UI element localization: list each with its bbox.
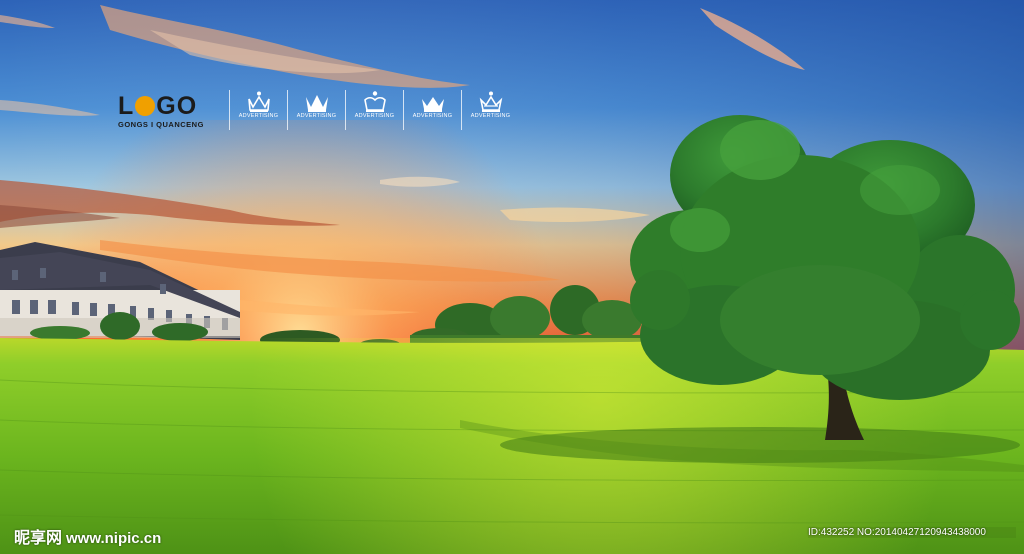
crown-badge: ADVERTISING [461, 90, 519, 130]
crown-caption: ADVERTISING [238, 113, 279, 119]
crown-icon [305, 95, 328, 112]
crown-badge: ADVERTISING [403, 90, 461, 130]
crown-icon [421, 97, 444, 112]
crown-icon [479, 91, 502, 112]
watermark-id: ID:432252 NO:20140427120943438000 [808, 527, 1016, 538]
crown-icon [247, 91, 270, 112]
logo-wordmark: L GO [118, 94, 204, 119]
crown-caption: ADVERTISING [470, 113, 511, 119]
crown-logo-row: ADVERTISING ADVERTISING ADVERTISING ADVE… [229, 90, 519, 130]
landscape-scene [0, 0, 1024, 554]
crown-badge: ADVERTISING [345, 90, 403, 130]
crown-caption: ADVERTISING [354, 113, 395, 119]
logo-orange-dot [135, 96, 156, 116]
crown-badge: ADVERTISING [287, 90, 345, 130]
crown-caption: ADVERTISING [296, 113, 337, 119]
watermark-brand-text: 昵享网 [14, 528, 63, 547]
logo-subtitle: GONGS I QUANCENG [118, 120, 204, 129]
crown-caption: ADVERTISING [412, 113, 453, 119]
crown-icon [363, 91, 386, 112]
logo-letters-go: GO [156, 92, 198, 120]
logo-letter-l: L [118, 92, 135, 120]
watermark-brand: 昵享网 www.nipic.cn [14, 524, 161, 548]
watermark-site: www.nipic.cn [66, 530, 162, 547]
logo: L GO GONGS I QUANCENG [118, 94, 204, 130]
crown-badge: ADVERTISING [229, 90, 287, 130]
